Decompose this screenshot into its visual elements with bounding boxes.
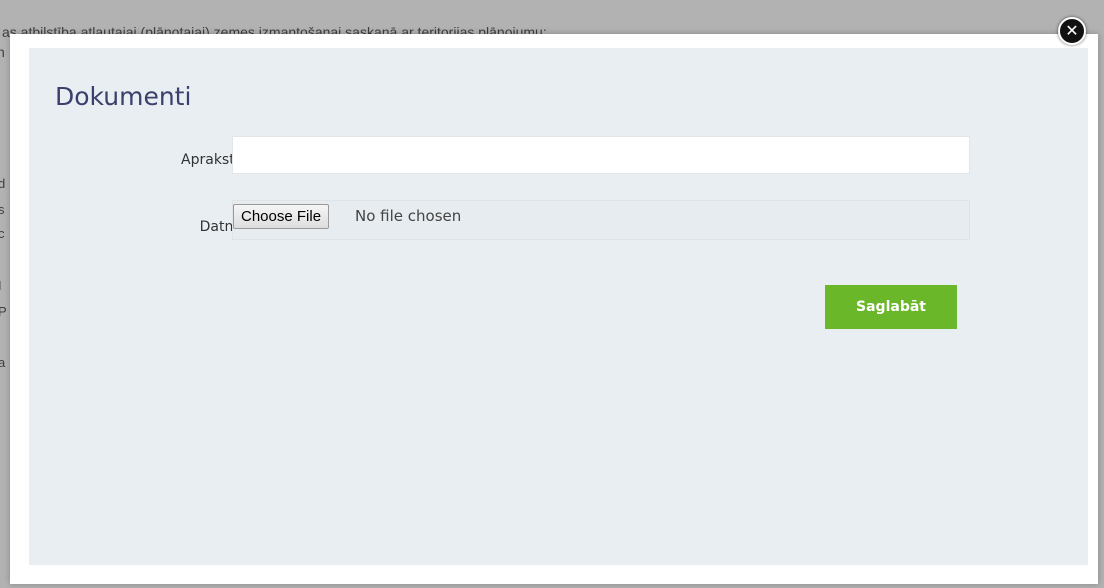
modal-title: Dokumenti	[55, 82, 192, 111]
description-label: Apraksts	[181, 152, 242, 168]
modal-body: Dokumenti Apraksts Datne Choose File No …	[29, 48, 1088, 565]
description-input[interactable]	[232, 136, 970, 174]
file-label: Datne	[199, 219, 242, 235]
close-icon[interactable]: ✕	[1058, 17, 1086, 45]
choose-file-button[interactable]: Choose File	[233, 204, 330, 229]
file-input[interactable]: Choose File No file chosen	[232, 200, 970, 240]
file-status-text: No file chosen	[355, 207, 462, 225]
save-button[interactable]: Saglabāt	[825, 285, 957, 329]
documents-modal: Dokumenti Apraksts Datne Choose File No …	[10, 34, 1098, 584]
